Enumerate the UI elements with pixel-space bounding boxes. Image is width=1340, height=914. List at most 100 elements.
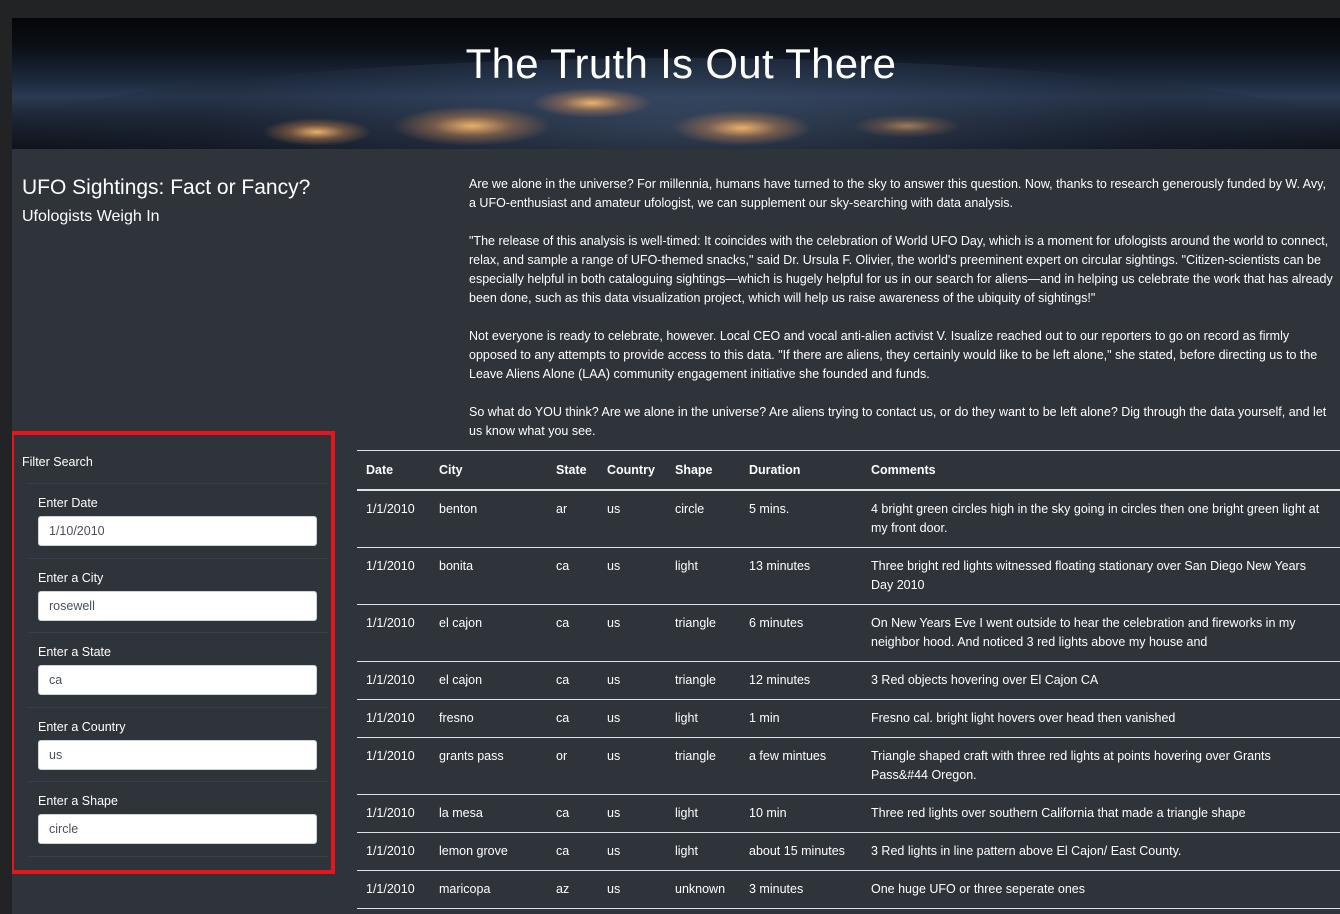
cell-country: us xyxy=(598,794,666,833)
cell-city: el cajon xyxy=(430,661,547,700)
cell-country: us xyxy=(598,832,666,871)
intro-paragraph: Not everyone is ready to celebrate, howe… xyxy=(469,329,1318,381)
cell-country: us xyxy=(598,661,666,700)
cell-date: 1/1/2010 xyxy=(357,699,430,738)
cell-shape: circle xyxy=(666,489,740,548)
cell-city: lemon grove xyxy=(430,832,547,871)
column-header[interactable]: Shape xyxy=(666,450,740,491)
intro-paragraph: "The release of this analysis is well-ti… xyxy=(469,234,1333,305)
cell-duration: 13 minutes xyxy=(740,547,862,605)
filter-item-shape: Enter a Shape xyxy=(28,782,328,857)
cell-comments: Three bright red lights witnessed floati… xyxy=(862,547,1340,605)
cell-date: 1/1/2010 xyxy=(357,794,430,833)
cell-comments: Triangle shaped craft with three red lig… xyxy=(862,737,1340,795)
sightings-table-container: Date City State Country Shape Duration C… xyxy=(357,450,1340,909)
intro-paragraph: So what do YOU think? Are we alone in th… xyxy=(469,405,1327,438)
filter-title: Filter Search xyxy=(22,455,93,469)
cell-date: 1/1/2010 xyxy=(357,604,430,662)
city-lights xyxy=(532,88,652,118)
cell-shape: triangle xyxy=(666,661,740,700)
intro-paragraph: Are we alone in the universe? For millen… xyxy=(469,177,1326,210)
table-row: 1/1/2010 bonita ca us light 13 minutes T… xyxy=(357,547,1340,605)
table-row: 1/1/2010 el cajon ca us triangle 6 minut… xyxy=(357,604,1340,662)
sightings-table: Date City State Country Shape Duration C… xyxy=(357,450,1340,909)
state-label: Enter a State xyxy=(38,645,111,659)
cell-shape: unknown xyxy=(666,870,740,909)
page-title: UFO Sightings: Fact or Fancy? xyxy=(22,176,311,199)
cell-shape: light xyxy=(666,699,740,738)
cell-city: grants pass xyxy=(430,737,547,795)
cell-country: us xyxy=(598,699,666,738)
hero-title: The Truth Is Out There xyxy=(465,40,897,87)
shape-label: Enter a Shape xyxy=(38,794,118,808)
cell-city: bonita xyxy=(430,547,547,605)
country-input[interactable] xyxy=(38,739,317,770)
cell-state: ca xyxy=(547,604,598,662)
cell-state: ar xyxy=(547,489,598,548)
cell-city: el cajon xyxy=(430,604,547,662)
cell-shape: triangle xyxy=(666,737,740,795)
cell-comments: 3 Red objects hovering over El Cajon CA xyxy=(862,661,1340,700)
cell-country: us xyxy=(598,547,666,605)
cell-comments: 3 Red lights in line pattern above El Ca… xyxy=(862,832,1340,871)
city-lights xyxy=(672,110,812,146)
country-label: Enter a Country xyxy=(38,719,126,734)
filter-item-state: Enter a State xyxy=(28,633,328,708)
shape-input[interactable] xyxy=(38,814,317,844)
filter-item-city: Enter a City xyxy=(28,559,328,633)
cell-country: us xyxy=(598,489,666,548)
cell-comments: On New Years Eve I went outside to hear … xyxy=(862,604,1340,662)
cell-date: 1/1/2010 xyxy=(357,489,430,548)
cell-city: la mesa xyxy=(430,794,547,833)
column-header[interactable]: Country xyxy=(598,450,666,491)
cell-date: 1/1/2010 xyxy=(357,870,430,909)
cell-comments: Three red lights over southern Californi… xyxy=(862,794,1340,833)
cell-comments: 4 bright green circles high in the sky g… xyxy=(862,489,1340,548)
state-input[interactable] xyxy=(38,665,317,695)
date-label: Enter Date xyxy=(38,496,98,510)
cell-date: 1/1/2010 xyxy=(357,547,430,605)
cell-duration: 6 minutes xyxy=(740,604,862,662)
page-heading: UFO Sightings: Fact or Fancy? Ufologists… xyxy=(22,176,310,226)
column-header[interactable]: State xyxy=(547,450,598,491)
cell-duration: about 15 minutes xyxy=(740,832,862,871)
cell-date: 1/1/2010 xyxy=(357,737,430,795)
column-header[interactable]: Comments xyxy=(862,450,1340,491)
city-lights xyxy=(392,106,552,146)
cell-state: ca xyxy=(547,832,598,871)
column-header[interactable]: City xyxy=(430,450,547,491)
cell-city: benton xyxy=(430,489,547,548)
table-row: 1/1/2010 el cajon ca us triangle 12 minu… xyxy=(357,661,1340,700)
cell-state: ca xyxy=(547,547,598,605)
table-row: 1/1/2010 la mesa ca us light 10 min Thre… xyxy=(357,794,1340,833)
table-row: 1/1/2010 lemon grove ca us light about 1… xyxy=(357,832,1340,871)
city-input[interactable] xyxy=(38,590,317,621)
cell-state: ca xyxy=(547,661,598,700)
cell-city: maricopa xyxy=(430,870,547,909)
cell-date: 1/1/2010 xyxy=(357,661,430,700)
cell-state: ca xyxy=(547,794,598,833)
cell-shape: triangle xyxy=(666,604,740,662)
table-row: 1/1/2010 benton ar us circle 5 mins. 4 b… xyxy=(357,489,1340,548)
cell-state: az xyxy=(547,870,598,909)
column-header[interactable]: Duration xyxy=(740,450,862,491)
cell-country: us xyxy=(598,604,666,662)
cell-duration: 1 min xyxy=(740,699,862,738)
date-input[interactable] xyxy=(38,516,317,546)
cell-city: fresno xyxy=(430,699,547,738)
filter-list: Enter Date Enter a City Enter a State En… xyxy=(28,483,328,857)
cell-duration: 3 minutes xyxy=(740,870,862,909)
filter-item-date: Enter Date xyxy=(28,484,328,559)
cell-shape: light xyxy=(666,794,740,833)
intro-text: Are we alone in the universe? For millen… xyxy=(469,175,1335,460)
city-lights xyxy=(852,114,962,138)
cell-shape: light xyxy=(666,832,740,871)
cell-date: 1/1/2010 xyxy=(357,832,430,871)
column-header[interactable]: Date xyxy=(357,450,430,491)
page-subtitle: Ufologists Weigh In xyxy=(22,208,160,225)
cell-comments: Fresno cal. bright light hovers over hea… xyxy=(862,699,1340,738)
table-row: 1/1/2010 fresno ca us light 1 min Fresno… xyxy=(357,699,1340,738)
table-header-row: Date City State Country Shape Duration C… xyxy=(357,450,1340,491)
filter-item-country: Enter a Country xyxy=(28,708,328,782)
city-label: Enter a City xyxy=(38,570,104,585)
